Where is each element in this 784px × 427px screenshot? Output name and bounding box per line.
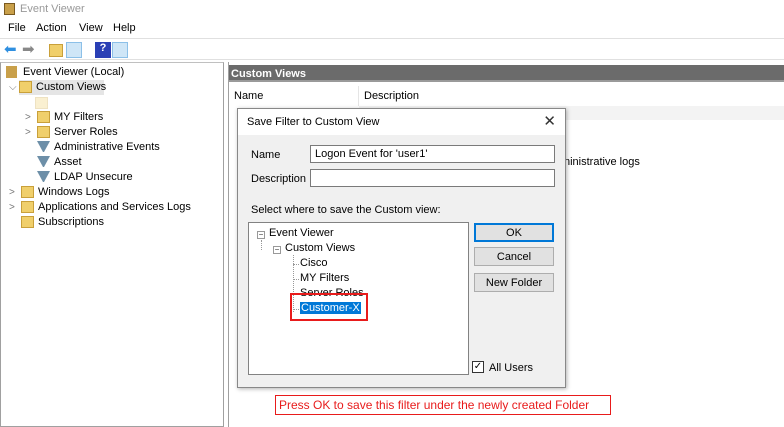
chevron-right-icon[interactable]: > [9,202,15,213]
folder-icon [21,201,34,213]
select-location-label: Select where to save the Custom view: [251,204,441,216]
row-description: ninistrative logs [564,156,640,168]
tree-node-my-filters[interactable]: MY Filters [300,272,349,284]
event-viewer-icon [4,3,15,15]
column-divider[interactable] [358,86,359,106]
subscriptions-icon [21,216,34,228]
open-folder-icon[interactable] [49,44,63,57]
filter-icon [37,171,50,183]
column-name[interactable]: Name [234,90,263,102]
column-headers: Name Description [229,86,784,106]
filter-icon [37,141,50,153]
console-tree: Event Viewer (Local) Custom Views ⌵ > MY… [0,62,224,427]
blurred-item [35,96,80,111]
folder-icon [37,111,50,123]
annotation-note: Press OK to save this filter under the n… [275,395,611,415]
collapse-icon[interactable]: − [273,246,281,254]
help-icon[interactable]: ? [95,42,111,58]
filter-icon [37,156,50,168]
description-label: Description [251,173,307,185]
name-label: Name [251,149,281,161]
window-title: Event Viewer [20,3,85,15]
show-hide-action-pane-icon[interactable] [112,42,128,58]
folder-icon [37,126,50,138]
tree-line [293,279,299,280]
menu-bar: File Action View Help [0,19,784,37]
all-users-label: All Users [489,362,534,374]
pane-header: Custom Views [229,65,784,82]
tree-line [293,264,299,265]
description-input[interactable] [310,169,555,187]
menu-view[interactable]: View [79,22,103,34]
save-filter-dialog: Save Filter to Custom View ✕ Name Logon … [237,108,566,388]
name-input[interactable]: Logon Event for 'user1' [310,145,555,163]
chevron-right-icon[interactable]: > [9,187,15,198]
dialog-title-bar: Save Filter to Custom View ✕ [238,109,565,135]
chevron-down-icon[interactable]: ⌵ [9,82,17,93]
tree-node-custom-views[interactable]: Custom Views [285,242,355,254]
column-description[interactable]: Description [364,90,419,102]
cancel-button[interactable]: Cancel [474,247,554,266]
collapse-icon[interactable]: − [257,231,265,239]
chevron-right-icon[interactable]: > [25,112,31,123]
tree-line [261,240,262,250]
folder-icon [35,97,48,109]
windows-logs-icon [21,186,34,198]
close-icon[interactable]: ✕ [543,112,556,130]
tree-node-event-viewer[interactable]: Event Viewer [269,227,334,239]
forward-arrow-icon[interactable]: ➡ [22,40,38,58]
show-hide-tree-icon[interactable] [66,42,82,58]
chevron-right-icon[interactable]: > [25,127,31,138]
toolbar: ⬅ ➡ ? [0,38,784,60]
custom-views-folder-icon [19,81,32,93]
title-bar: Event Viewer [0,0,784,18]
ok-button[interactable]: OK [474,223,554,242]
dialog-title: Save Filter to Custom View [247,116,380,128]
back-arrow-icon[interactable]: ⬅ [4,40,20,58]
menu-action[interactable]: Action [36,22,67,34]
menu-file[interactable]: File [8,22,26,34]
new-folder-button[interactable]: New Folder [474,273,554,292]
event-viewer-icon [6,66,17,78]
tree-node-cisco[interactable]: Cisco [300,257,328,269]
all-users-checkbox[interactable]: ✓ [472,361,484,373]
tree-item-custom-views[interactable]: Custom Views [19,80,106,95]
menu-help[interactable]: Help [113,22,136,34]
highlight-box [290,293,368,321]
